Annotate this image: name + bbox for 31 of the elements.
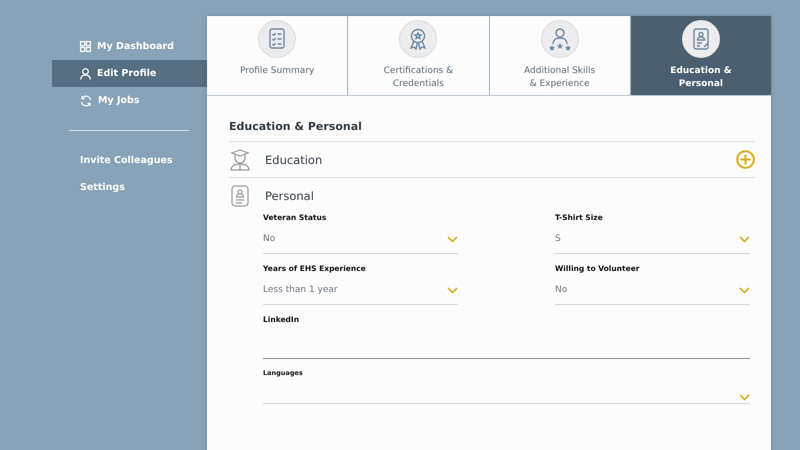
sidebar-item[interactable]: My Dashboard (52, 33, 207, 60)
sidebar-link[interactable]: Invite Colleagues (52, 147, 207, 174)
select-field[interactable]: Less than 1 year (263, 276, 458, 305)
profile-tab[interactable]: Profile Summary (207, 16, 348, 95)
refresh-icon (80, 94, 92, 106)
award-ribbon-icon (399, 20, 438, 58)
user-icon (80, 68, 91, 80)
id-badge-icon (229, 184, 251, 206)
add-icon[interactable] (736, 150, 755, 169)
grid-icon (80, 41, 91, 52)
select-field[interactable]: S (555, 225, 750, 254)
sidebar-item[interactable]: My Jobs (52, 87, 207, 114)
profile-tab[interactable]: Education & Personal (630, 16, 771, 95)
chevron-down-icon (447, 286, 458, 294)
graduate-icon (229, 148, 251, 170)
checklist-icon (258, 20, 296, 58)
profile-tab[interactable]: Certifications & Credentials (348, 16, 490, 95)
id-document-icon (682, 20, 720, 58)
select-field[interactable]: No (555, 276, 750, 305)
chevron-down-icon (739, 286, 750, 294)
profile-tab[interactable]: Additional Skills & Experience (490, 16, 631, 95)
chevron-down-icon (739, 236, 750, 242)
chevron-down-icon (739, 394, 750, 401)
select-field[interactable]: No (263, 225, 458, 254)
sidebar-link[interactable]: Settings (52, 174, 207, 201)
section-title: Personal (265, 188, 315, 202)
person-stars-icon (540, 20, 579, 58)
chevron-down-icon (447, 236, 458, 242)
section-title: Education (265, 152, 324, 166)
section-heading: Education & Personal (229, 120, 755, 142)
sidebar-item[interactable]: Edit Profile (52, 60, 207, 87)
